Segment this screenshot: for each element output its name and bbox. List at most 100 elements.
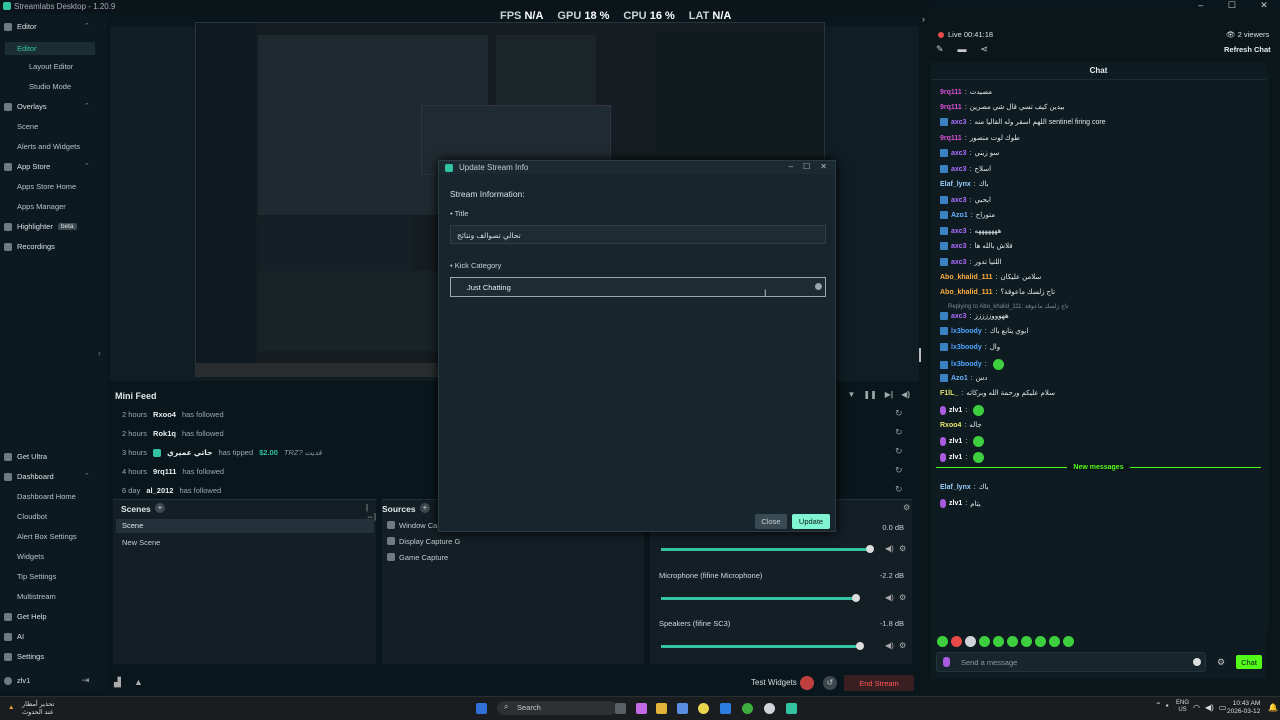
sidebar-item-alerts-widgets[interactable]: Alerts and Widgets — [17, 142, 80, 151]
chat-username[interactable]: Elaf_lynx — [940, 484, 971, 491]
sidebar-item-apps-manager[interactable]: Apps Manager — [17, 202, 66, 211]
weather-widget[interactable]: ▲ تحذير أمطار عند الحدوث — [8, 699, 68, 719]
slider-handle[interactable] — [866, 545, 874, 553]
category-select[interactable]: Just Chatting — [450, 277, 826, 297]
new-messages-divider[interactable]: New messages — [936, 464, 1261, 477]
update-button[interactable]: Update — [792, 514, 830, 529]
add-scene-icon[interactable]: + — [155, 503, 165, 513]
volume-icon[interactable]: ◀) — [901, 390, 910, 399]
volume-icon[interactable]: ◀) — [885, 544, 894, 553]
replay-icon[interactable]: ↻ — [895, 427, 903, 438]
streamlabs-app-icon[interactable] — [786, 703, 797, 714]
sidebar-item-dashboard-home[interactable]: Dashboard Home — [17, 492, 76, 501]
chevron-up-icon[interactable]: ⌃ — [1155, 701, 1162, 710]
slider-handle[interactable] — [856, 642, 864, 650]
sidebar-item-get-help[interactable]: Get Help — [4, 612, 47, 621]
emote-icon[interactable] — [1007, 636, 1018, 647]
chat-username[interactable]: axc3 — [951, 259, 967, 266]
store-icon[interactable] — [677, 703, 688, 714]
settings-app-icon[interactable] — [764, 703, 775, 714]
clock[interactable]: 10:43 AM 2026-03-12 — [1227, 700, 1260, 716]
sidebar-item-recordings[interactable]: Recordings — [4, 242, 55, 251]
refresh-chat-button[interactable]: Refresh Chat — [1224, 45, 1271, 54]
slider-handle[interactable] — [852, 594, 860, 602]
sidebar-item-multistream[interactable]: Multistream — [17, 592, 56, 601]
collapse-sidebar-icon[interactable]: ‹ — [98, 348, 101, 358]
emote-icon[interactable] — [993, 636, 1004, 647]
chat-username[interactable]: Abo_khalid_111 — [940, 289, 993, 296]
volume-slider[interactable] — [661, 548, 871, 551]
maximize-icon[interactable]: ☐ — [1228, 0, 1236, 10]
sidebar-item-studio-mode[interactable]: Studio Mode — [29, 82, 71, 91]
chat-username[interactable]: axc3 — [951, 197, 967, 204]
pencil-icon[interactable]: ✎ — [936, 44, 944, 55]
volume-slider[interactable] — [661, 597, 857, 600]
sidebar-group-dashboard[interactable]: Dashboard — [4, 472, 54, 481]
sidebar-item-widgets[interactable]: Widgets — [17, 552, 44, 561]
source-item[interactable]: Game Capture — [387, 553, 448, 562]
sidebar-group-editor[interactable]: Editor — [4, 22, 37, 31]
speaker-icon[interactable]: ◀) — [1205, 703, 1214, 712]
xbox-icon[interactable] — [742, 703, 753, 714]
chat-username[interactable]: Abo_khalid_111 — [940, 274, 993, 281]
emote-icon[interactable] — [965, 636, 976, 647]
source-item[interactable]: Display Capture G — [387, 537, 460, 546]
emote-icon[interactable] — [1049, 636, 1060, 647]
sidebar-item-settings[interactable]: Settings — [4, 652, 44, 661]
sidebar-item-get-ultra[interactable]: Get Ultra — [4, 452, 47, 461]
sidebar-item-alert-box-settings[interactable]: Alert Box Settings — [17, 532, 77, 541]
chat-username[interactable]: Elaf_lynx — [940, 181, 971, 188]
volume-slider[interactable] — [661, 645, 861, 648]
sidebar-item-apps-store-home[interactable]: Apps Store Home — [17, 182, 76, 191]
gear-icon[interactable]: ⚙ — [899, 544, 906, 553]
share-icon[interactable]: ⋖ — [981, 44, 989, 55]
emote-icon[interactable] — [979, 636, 990, 647]
gear-icon[interactable]: ⚙ — [1217, 657, 1225, 668]
pause-icon[interactable]: ❚❚ — [863, 390, 876, 399]
taskbar-search[interactable]: ⌕ Search — [497, 701, 617, 715]
close-icon[interactable]: ✕ — [1260, 0, 1268, 10]
title-input[interactable]: تحالي تصوالف ونتائج — [450, 225, 826, 244]
chat-username[interactable]: axc3 — [951, 243, 967, 250]
battery-icon[interactable]: ▭ — [1219, 703, 1227, 712]
sidebar-user[interactable]: zlv1 — [4, 676, 30, 685]
replay-icon[interactable]: ↻ — [895, 465, 903, 476]
windows-start-icon[interactable] — [476, 703, 487, 714]
alert-icon[interactable]: ▲ — [134, 677, 143, 687]
chat-username[interactable]: zlv1 — [949, 454, 962, 461]
end-stream-button[interactable]: End Stream — [844, 675, 914, 691]
sidebar-item-highlighter[interactable]: Highlighter beta — [4, 222, 77, 231]
folder-icon[interactable]: ▬ — [958, 44, 967, 55]
maximize-icon[interactable]: ☐ — [803, 162, 810, 171]
file-explorer-icon[interactable] — [656, 703, 667, 714]
minimize-icon[interactable]: – — [1198, 0, 1203, 10]
chat-send-button[interactable]: Chat — [1236, 655, 1262, 669]
close-icon[interactable]: ✕ — [820, 162, 827, 171]
app-tray-icon[interactable]: ▪ — [1166, 701, 1169, 710]
chat-username[interactable]: 9rq111 — [940, 104, 962, 111]
emote-icon[interactable] — [1063, 636, 1074, 647]
sidebar-item-editor[interactable]: Editor — [5, 42, 95, 55]
chat-username[interactable]: axc3 — [951, 166, 967, 173]
wifi-icon[interactable]: ◠ — [1193, 703, 1200, 712]
notification-icon[interactable]: 🔔 — [1268, 703, 1278, 712]
logout-icon[interactable]: ⇥ — [82, 675, 90, 686]
replay-icon[interactable]: ↻ — [895, 408, 903, 419]
chat-username[interactable]: zlv1 — [949, 438, 962, 445]
replay-icon[interactable]: ↻ — [895, 446, 903, 457]
chat-username[interactable]: Azo1 — [951, 375, 968, 382]
replay-buffer-icon[interactable]: ↺ — [823, 676, 837, 690]
task-view-icon[interactable] — [615, 703, 626, 714]
chat-username[interactable]: lx3boody — [951, 361, 982, 368]
filter-icon[interactable]: ▼ — [847, 390, 855, 399]
chat-input[interactable]: Send a message — [936, 652, 1206, 672]
sidebar-item-ai[interactable]: AI — [4, 632, 24, 641]
record-icon[interactable] — [800, 676, 814, 690]
sidebar-item-scene[interactable]: Scene — [17, 122, 38, 131]
scene-item[interactable]: New Scene — [116, 536, 374, 550]
chat-username[interactable]: lx3boody — [951, 344, 982, 351]
chat-username[interactable]: Rxoo4 — [940, 422, 961, 429]
chat-username[interactable]: 9rq111 — [940, 89, 962, 96]
chat-username[interactable]: axc3 — [951, 313, 967, 320]
scene-item[interactable]: Scene — [116, 519, 374, 533]
